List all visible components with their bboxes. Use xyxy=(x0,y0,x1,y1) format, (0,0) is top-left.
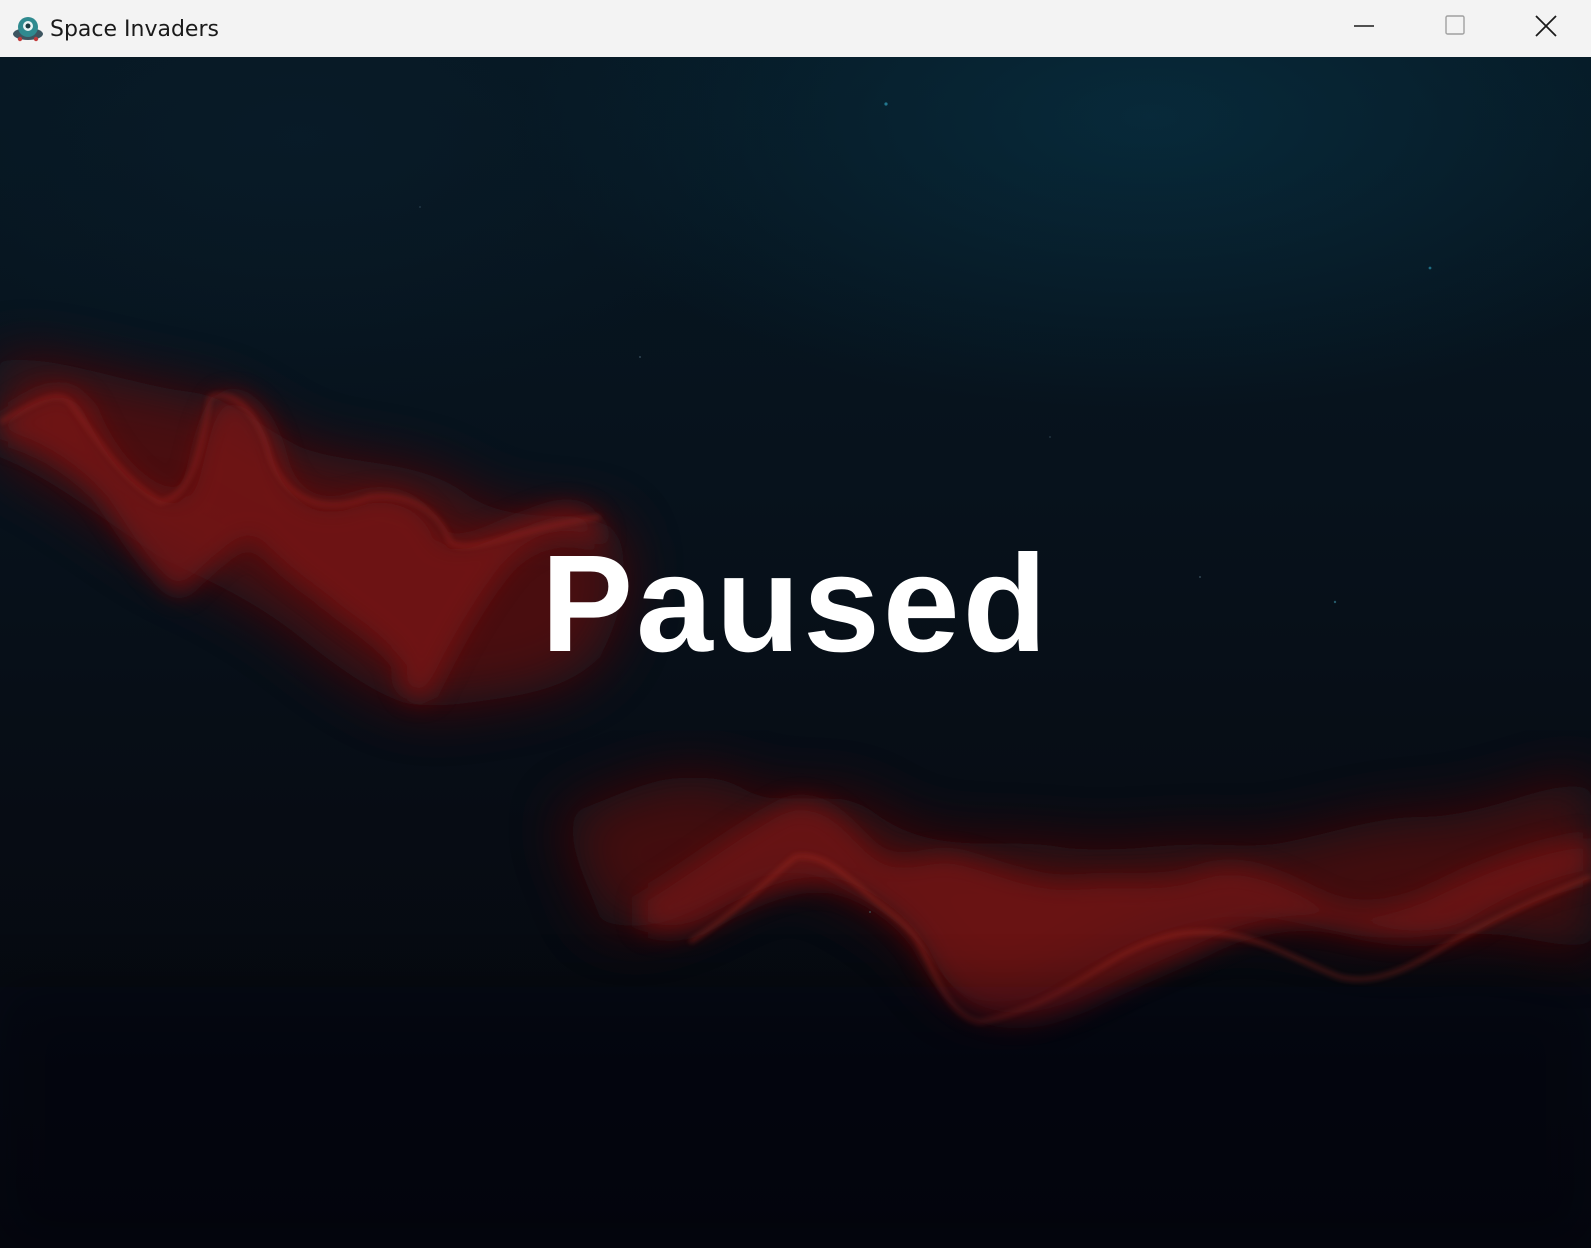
title-bar[interactable]: Space Invaders xyxy=(0,0,1591,57)
game-canvas[interactable]: Paused xyxy=(0,57,1591,1248)
minimize-icon xyxy=(1353,25,1374,27)
window-controls xyxy=(1318,0,1591,52)
paused-label: Paused xyxy=(541,527,1050,681)
window-title: Space Invaders xyxy=(50,16,219,42)
close-button[interactable] xyxy=(1500,0,1591,52)
minimize-button[interactable] xyxy=(1318,0,1409,52)
maximize-button[interactable] xyxy=(1409,0,1500,52)
game-window: Space Invaders Paused xyxy=(0,0,1591,1248)
alien-ufo-icon xyxy=(10,11,46,47)
close-icon xyxy=(1534,15,1557,37)
maximize-icon xyxy=(1444,15,1465,35)
